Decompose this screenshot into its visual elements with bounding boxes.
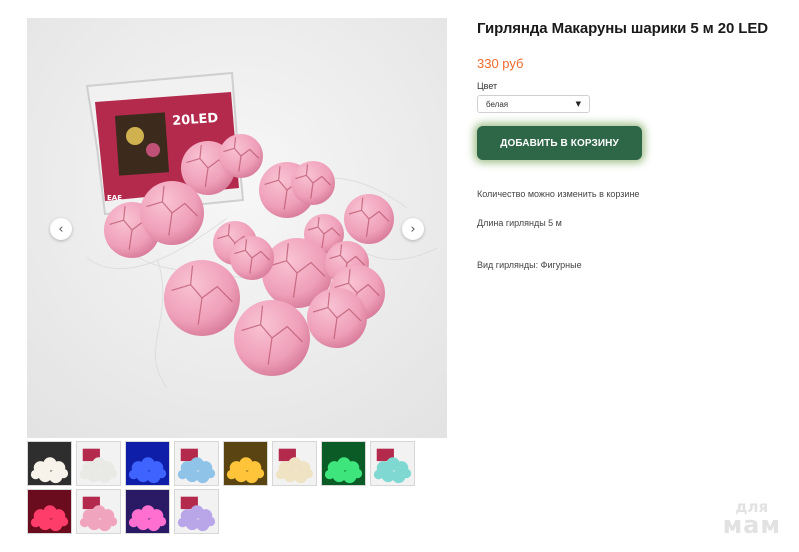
- thumbnail-green-lit[interactable]: [321, 441, 366, 486]
- color-label: Цвет: [477, 81, 498, 91]
- thumbnail-white[interactable]: [76, 441, 121, 486]
- thumbnail-pink[interactable]: [76, 489, 121, 534]
- thumbnail-multicolor[interactable]: [174, 489, 219, 534]
- color-select[interactable]: белая ▼: [477, 95, 590, 113]
- product-price: 330 руб: [477, 56, 524, 71]
- type-note: Вид гирлянды: Фигурные: [477, 260, 582, 270]
- thumbnail-blue-lit[interactable]: [125, 441, 170, 486]
- watermark-line2: мам: [722, 511, 781, 540]
- gallery-prev-arrow[interactable]: ‹: [50, 218, 72, 240]
- thumbnail-turquoise[interactable]: [370, 441, 415, 486]
- add-to-cart-button[interactable]: ДОБАВИТЬ В КОРЗИНУ: [477, 126, 642, 160]
- thumbnail-multicolor-lit[interactable]: [125, 489, 170, 534]
- length-note: Длина гирлянды 5 м: [477, 218, 562, 228]
- color-select-value: белая: [486, 99, 509, 109]
- thumbnail-warm-white-lit[interactable]: [27, 441, 72, 486]
- gallery-next-arrow[interactable]: ›: [402, 218, 424, 240]
- eac-mark: ЕАЕ: [107, 194, 122, 202]
- product-photo: 20LED ЕАЕ: [27, 18, 447, 438]
- product-image-gallery: 20LED ЕАЕ ‹ ›: [27, 18, 447, 438]
- chevron-down-icon: ▼: [575, 100, 581, 108]
- thumbnail-blue[interactable]: [174, 441, 219, 486]
- site-watermark: для мам: [722, 499, 781, 540]
- thumbnail-red-lit[interactable]: [27, 489, 72, 534]
- product-title: Гирлянда Макаруны шарики 5 м 20 LED: [477, 20, 768, 37]
- thumbnail-cream[interactable]: [272, 441, 317, 486]
- quantity-note: Количество можно изменить в корзине: [477, 189, 640, 199]
- thumbnail-yellow-lit[interactable]: [223, 441, 268, 486]
- product-info: Гирлянда Макаруны шарики 5 м 20 LED 330 …: [477, 20, 793, 270]
